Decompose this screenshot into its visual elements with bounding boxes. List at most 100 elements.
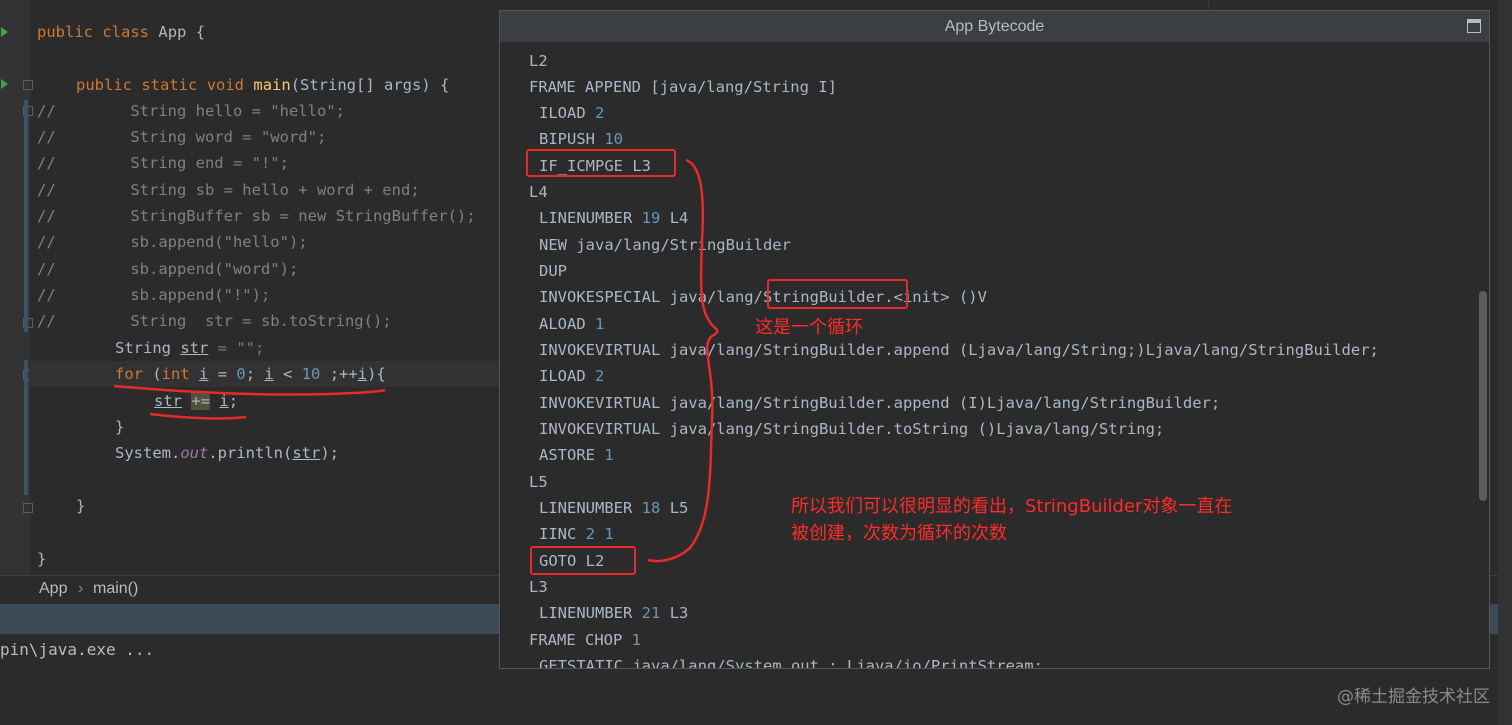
bytecode-label: L3 — [529, 578, 548, 596]
bytecode-line: DUP — [539, 262, 567, 280]
variable: i — [219, 392, 229, 410]
opcode: LINENUMBER — [539, 499, 633, 517]
watermark: @稀土掘金技术社区 — [1337, 687, 1490, 707]
class-name: App — [158, 23, 187, 41]
operand: 2 1 — [585, 525, 614, 543]
bytecode-line: ILOAD 2 — [539, 100, 604, 126]
code-line[interactable]: public class App { — [37, 19, 205, 45]
highlight-box-if-icmpge — [526, 149, 676, 177]
breadcrumb-separator: › — [78, 580, 84, 597]
comment-line[interactable]: // String end = "!"; — [37, 150, 289, 176]
params: (String[] args) { — [290, 76, 450, 94]
opcode: FRAME CHOP — [529, 631, 623, 649]
code-line[interactable]: public static void main(String[] args) { — [76, 72, 449, 98]
code-line[interactable]: } — [37, 546, 46, 572]
breadcrumb-item[interactable]: main() — [93, 580, 138, 598]
opcode: BIPUSH — [539, 130, 595, 148]
bytecode-line: ILOAD 2 — [539, 363, 604, 389]
opcode: LINENUMBER — [539, 604, 633, 622]
change-marker — [24, 360, 28, 495]
code-line[interactable]: str += i; — [154, 388, 238, 414]
string-literal: = ""; — [208, 339, 265, 357]
bytecode-line: INVOKEVIRTUAL java/lang/StringBuilder.to… — [539, 420, 1165, 438]
number: 10 — [301, 365, 321, 383]
operand: 1 — [631, 631, 642, 649]
opcode: IINC — [539, 525, 577, 543]
scrollbar-thumb[interactable] — [1479, 291, 1487, 501]
operand: 2 — [595, 104, 605, 122]
opcode: LINENUMBER — [539, 209, 633, 227]
bytecode-line: IINC 2 1 — [539, 521, 614, 547]
comment-line[interactable]: // String hello = "hello"; — [37, 98, 345, 124]
loop-note-text: 这是一个循环 — [755, 317, 863, 338]
operand: 18 — [641, 499, 661, 517]
change-marker — [24, 100, 28, 332]
code-line[interactable]: } — [115, 414, 124, 440]
bytecode-line: GETSTATIC java/lang/System.out : Ljava/i… — [539, 657, 1043, 669]
right-tool-strip — [1498, 0, 1512, 725]
bytecode-line: INVOKEVIRTUAL java/lang/StringBuilder.ap… — [539, 394, 1221, 412]
explain-note-line2: 被创建，次数为循环的次数 — [791, 523, 1007, 544]
punct: ); — [320, 444, 339, 462]
keyword: class — [102, 23, 150, 41]
bytecode-line: INVOKEVIRTUAL java/lang/StringBuilder.ap… — [539, 341, 1379, 359]
number: 0 — [236, 365, 246, 383]
variable: str — [292, 444, 321, 462]
comment-line[interactable]: // StringBuffer sb = new StringBuffer(); — [37, 203, 476, 229]
opcode: ILOAD — [539, 367, 586, 385]
code-line[interactable]: System.out.println(str); — [115, 440, 339, 466]
bytecode-window-title[interactable]: App Bytecode — [500, 11, 1489, 42]
variable: str — [180, 339, 209, 357]
operand: 1 — [595, 315, 605, 333]
bytecode-line: NEW java/lang/StringBuilder — [539, 236, 791, 254]
for-loop-line[interactable]: for (int i = 0; i < 10 ;++i){ — [115, 361, 386, 387]
bytecode-line: LINENUMBER 21 L3 — [539, 600, 688, 626]
operator: += — [191, 392, 211, 410]
bytecode-line: INVOKESPECIAL java/lang/StringBuilder.<i… — [539, 288, 987, 306]
comment-line[interactable]: // sb.append("!"); — [37, 282, 270, 308]
run-class-icon[interactable] — [1, 27, 8, 37]
comment-line[interactable]: // String word = "word"; — [37, 124, 326, 150]
comment-line[interactable]: // String str = sb.toString(); — [37, 308, 392, 334]
highlight-box-stringbuilder — [767, 279, 908, 309]
bytecode-line: LINENUMBER 19 L4 — [539, 205, 688, 231]
breadcrumb-item[interactable]: App — [39, 580, 67, 598]
variable: str — [154, 392, 182, 410]
opcode: ILOAD — [539, 104, 586, 122]
keyword: static — [141, 76, 198, 94]
run-command-text: pin\java.exe ... — [0, 640, 155, 659]
bytecode-line: ALOAD 1 — [539, 311, 604, 337]
bytecode-label: L4 — [529, 183, 548, 201]
class-ref: System. — [115, 444, 181, 462]
comment-line[interactable]: // String sb = hello + word + end; — [37, 177, 420, 203]
fold-icon[interactable] — [23, 80, 33, 90]
operand: 21 — [641, 604, 661, 622]
opcode: ALOAD — [539, 315, 586, 333]
comment-line[interactable]: // sb.append("word"); — [37, 256, 298, 282]
operand: 19 — [641, 209, 661, 227]
static-field: out — [180, 444, 209, 462]
brace: { — [195, 23, 206, 41]
keyword: for — [115, 365, 143, 383]
window-title-text: App Bytecode — [944, 18, 1045, 35]
bytecode-line: FRAME APPEND [java/lang/String I] — [529, 78, 837, 96]
variable: i — [357, 365, 368, 383]
keyword: public — [37, 23, 93, 41]
type: String — [115, 339, 171, 357]
comment-line[interactable]: // sb.append("hello"); — [37, 229, 308, 255]
bytecode-line: LINENUMBER 18 L5 — [539, 495, 688, 521]
run-main-icon[interactable] — [1, 79, 8, 89]
fold-icon[interactable] — [23, 503, 33, 513]
keyword: public — [76, 76, 132, 94]
code-line[interactable]: String str = ""; — [115, 335, 264, 361]
keyword: void — [206, 76, 245, 94]
operand: 2 — [595, 367, 605, 385]
maximize-icon[interactable] — [1467, 19, 1481, 33]
variable: i — [199, 365, 209, 383]
code-line[interactable]: } — [76, 493, 85, 519]
opcode: ASTORE — [539, 446, 595, 464]
bytecode-window[interactable]: App Bytecode L2 FRAME APPEND [java/lang/… — [499, 10, 1490, 669]
method-call: .println( — [208, 444, 293, 462]
bytecode-line: ASTORE 1 — [539, 442, 614, 468]
bytecode-line: FRAME CHOP 1 — [529, 627, 641, 653]
